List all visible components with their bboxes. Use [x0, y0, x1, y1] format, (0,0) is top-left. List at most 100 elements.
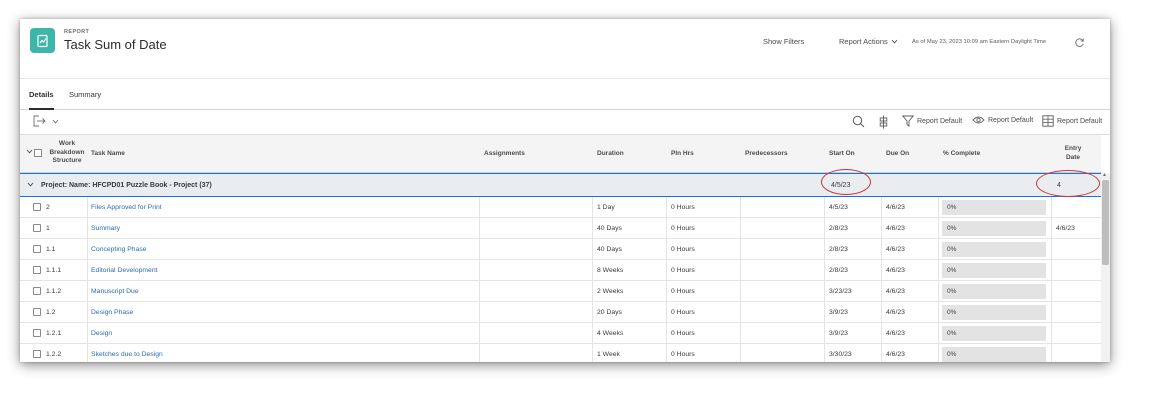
wbs-cell: 1.1.1 — [46, 267, 62, 274]
column-divider — [740, 260, 741, 281]
table-row[interactable]: 1.2.1 Design 4 Weeks 0 Hours 3/9/23 4/6/23 0% — [20, 323, 1101, 344]
table-row[interactable]: 1.2.2 Sketches due to Design 1 Week 0 Hours… — [20, 344, 1101, 362]
percent-complete-value: 0% — [947, 330, 957, 337]
table-row[interactable]: 1.2 Design Phase 20 Days 0 Hours 3/9/23 4/6/2… — [20, 302, 1101, 323]
page-title: Task Sum of Date — [64, 37, 167, 52]
column-divider — [87, 344, 88, 362]
eye-icon — [972, 116, 985, 124]
refresh-icon[interactable] — [1072, 35, 1086, 49]
wbs-cell: 1.1 — [46, 246, 56, 253]
column-divider — [938, 302, 939, 323]
duration-cell: 20 Days — [597, 309, 622, 316]
column-divider — [479, 281, 480, 302]
column-header-wbs[interactable]: Work Breakdown Structure — [46, 140, 88, 166]
column-header-entry-date[interactable]: Entry Date — [1060, 145, 1086, 162]
column-header-assignments[interactable]: Assignments — [484, 150, 525, 159]
column-header-duration[interactable]: Duration — [597, 150, 624, 159]
duration-cell: 40 Days — [597, 246, 622, 253]
column-divider — [592, 197, 593, 218]
table-row[interactable]: 1 Summary 40 Days 0 Hours 2/8/23 4/6/23 4/6/23… — [20, 218, 1101, 239]
wbs-cell: 1.2.2 — [46, 351, 62, 358]
column-divider — [824, 260, 825, 281]
report-actions-button[interactable]: Report Actions — [839, 37, 898, 46]
column-divider — [666, 344, 667, 362]
column-divider — [592, 281, 593, 302]
search-icon[interactable] — [852, 115, 865, 133]
column-header-pln-hrs[interactable]: Pln Hrs — [671, 150, 694, 159]
column-divider — [824, 239, 825, 260]
task-name-link[interactable]: Editorial Development — [91, 260, 158, 281]
column-header-start-on[interactable]: Start On — [829, 150, 855, 159]
collapse-all-chevron-icon[interactable] — [26, 149, 33, 158]
task-name-link[interactable]: Concepting Phase — [91, 239, 147, 260]
column-divider — [87, 260, 88, 281]
wbs-cell: 1.2 — [46, 309, 56, 316]
wbs-cell: 1.2.1 — [46, 330, 62, 337]
report-overline: REPORT — [64, 29, 90, 35]
task-name-link[interactable]: Manuscript Due — [91, 281, 139, 302]
report-header: REPORT Task Sum of Date Show Filters Rep… — [20, 19, 1110, 79]
duration-cell: 8 Weeks — [597, 267, 624, 274]
column-divider — [881, 302, 882, 323]
start-on-cell: 4/5/23 — [829, 204, 848, 211]
table-row[interactable]: 1.1.1 Editorial Development 8 Weeks 0 Hours… — [20, 260, 1101, 281]
entry-date-cell: 4/6/23 — [1056, 225, 1075, 232]
grouping-dropdown[interactable]: Report Default — [1042, 115, 1102, 127]
task-name-link[interactable]: Files Approved for Print — [91, 197, 162, 218]
show-filters-button[interactable]: Show Filters — [763, 37, 804, 46]
row-checkbox[interactable] — [33, 245, 41, 253]
table-row[interactable]: 1.1 Concepting Phase 40 Days 0 Hours 2/8/23 4… — [20, 239, 1101, 260]
pln-hrs-cell: 0 Hours — [671, 225, 695, 232]
export-button[interactable] — [33, 115, 59, 127]
pln-hrs-cell: 0 Hours — [671, 204, 695, 211]
pln-hrs-cell: 0 Hours — [671, 309, 695, 316]
columns-settings-icon[interactable] — [878, 115, 889, 134]
task-name-link[interactable]: Design Phase — [91, 302, 133, 323]
view-dropdown[interactable]: Report Default — [972, 115, 1033, 125]
column-divider — [479, 260, 480, 281]
pln-hrs-cell: 0 Hours — [671, 351, 695, 358]
select-all-checkbox[interactable] — [34, 149, 42, 157]
column-divider — [666, 260, 667, 281]
tab-details[interactable]: Details — [29, 90, 54, 110]
column-divider — [592, 239, 593, 260]
task-name-link[interactable]: Sketches due to Design — [91, 344, 163, 362]
group-label: Project: Name: HFCPD01 Puzzle Book - Pro… — [41, 182, 212, 189]
row-checkbox[interactable] — [33, 266, 41, 274]
scroll-up-icon[interactable]: ▲ — [1102, 172, 1107, 178]
column-divider — [479, 197, 480, 218]
report-actions-label: Report Actions — [839, 37, 888, 46]
table-row[interactable]: 1.1.2 Manuscript Due 2 Weeks 0 Hours 3/23/23… — [20, 281, 1101, 302]
column-divider — [1051, 260, 1052, 281]
row-checkbox[interactable] — [33, 224, 41, 232]
column-divider — [666, 281, 667, 302]
scrollbar-thumb[interactable] — [1102, 180, 1109, 265]
percent-complete-value: 0% — [947, 246, 957, 253]
table-row[interactable]: 2 Files Approved for Print 1 Day 0 Hours 4/5… — [20, 197, 1101, 218]
column-divider — [824, 281, 825, 302]
group-row[interactable]: Project: Name: HFCPD01 Puzzle Book - Pro… — [20, 173, 1101, 197]
column-header-pct-complete[interactable]: % Complete — [943, 150, 980, 159]
due-on-cell: 4/6/23 — [886, 309, 905, 316]
column-divider — [740, 302, 741, 323]
column-divider — [87, 302, 88, 323]
row-checkbox[interactable] — [33, 287, 41, 295]
column-divider — [479, 239, 480, 260]
row-checkbox[interactable] — [33, 329, 41, 337]
start-on-cell: 3/9/23 — [829, 330, 848, 337]
row-checkbox[interactable] — [33, 308, 41, 316]
tab-summary[interactable]: Summary — [69, 90, 101, 108]
column-header-due-on[interactable]: Due On — [886, 150, 909, 159]
column-divider — [666, 218, 667, 239]
grouping-icon — [1042, 115, 1054, 127]
vertical-scrollbar[interactable]: ▲ — [1101, 172, 1110, 362]
task-name-link[interactable]: Design — [91, 323, 112, 344]
task-name-link[interactable]: Summary — [91, 218, 120, 239]
column-header-task-name[interactable]: Task Name — [91, 150, 125, 159]
column-divider — [881, 344, 882, 362]
column-header-predecessors[interactable]: Predecessors — [745, 150, 788, 159]
row-checkbox[interactable] — [33, 203, 41, 211]
row-checkbox[interactable] — [33, 350, 41, 358]
chevron-down-icon[interactable] — [27, 182, 34, 189]
filter-dropdown[interactable]: Report Default — [902, 115, 962, 127]
